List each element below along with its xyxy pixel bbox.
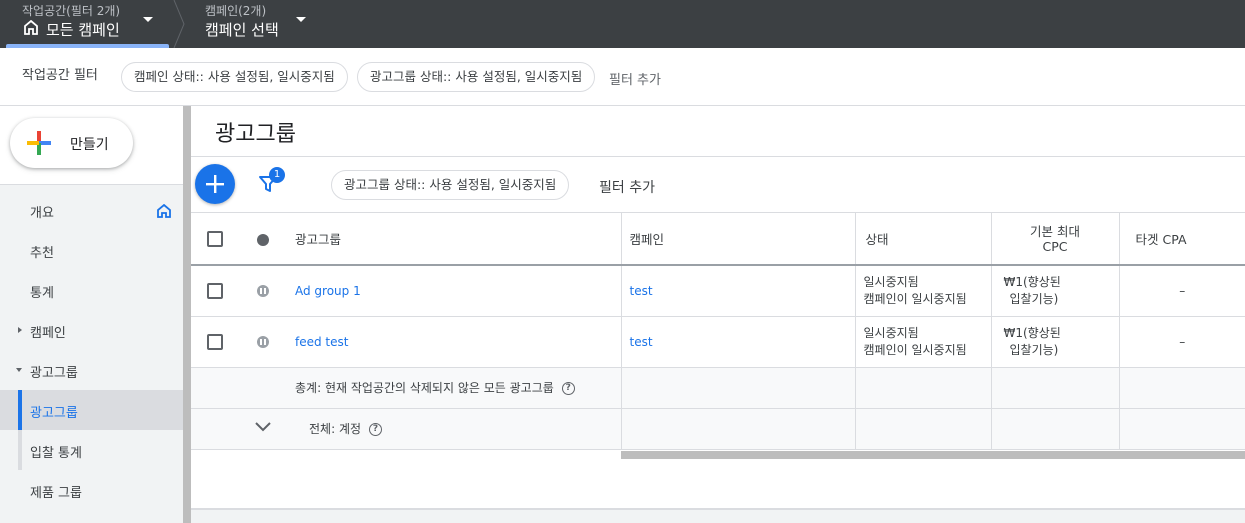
filter-count-badge: 1 <box>269 167 285 183</box>
sidebar-item-label: 입찰 통계 <box>30 446 82 461</box>
sidebar-item-label: 개요 <box>30 206 54 221</box>
top-navigation-bar: 작업공간(필터 2개) 모든 캠페인 캠페인(2개) 캠페인 선택 <box>0 0 1245 48</box>
sidebar-item-label: 캠페인 <box>30 326 66 341</box>
summary-label: 전체: 계정 <box>309 422 362 436</box>
chevron-down-icon <box>296 17 306 22</box>
plus-icon <box>206 175 224 193</box>
workspace-name: 모든 캠페인 <box>46 21 120 39</box>
campaign-count: 캠페인(2개) <box>205 4 267 18</box>
sidebar-item-product-groups[interactable]: 제품 그룹 <box>0 470 183 510</box>
add-filter-link[interactable]: 필터 추가 <box>599 177 655 197</box>
divider <box>191 156 1245 157</box>
workspace-filter-bar: 작업공간 필터 캠페인 상태:: 사용 설정됨, 일시중지됨 광고그룹 상태::… <box>0 48 1245 106</box>
sidebar-item-insights[interactable]: 통계 <box>0 270 183 310</box>
max-cpc-note: 입찰기능) <box>1009 342 1059 357</box>
adgroup-status-filter-chip[interactable]: 광고그룹 상태:: 사용 설정됨, 일시중지됨 <box>357 62 596 92</box>
campaign-link[interactable]: test <box>630 284 653 298</box>
sidebar-item-recommendations[interactable]: 추천 <box>0 230 183 270</box>
campaign-link[interactable]: test <box>630 335 653 349</box>
campaign-selector[interactable]: 캠페인(2개) 캠페인 선택 <box>196 0 316 48</box>
active-indicator <box>18 390 22 430</box>
adgroup-status-filter-chip[interactable]: 광고그룹 상태:: 사용 설정됨, 일시중지됨 <box>331 170 570 200</box>
campaign-status-filter-chip[interactable]: 캠페인 상태:: 사용 설정됨, 일시중지됨 <box>121 62 348 92</box>
adgroup-table: 광고그룹 캠페인 상태 기본 최대 CPC 타겟 CPA Ad group 1 … <box>191 213 1245 450</box>
home-icon <box>24 19 38 39</box>
summary-row-workspace: 총계: 현재 작업공간의 삭제되지 않은 모든 광고그룹? <box>191 367 1245 409</box>
chevron-down-icon <box>143 17 153 22</box>
status-reason: 캠페인이 일시중지됨 <box>863 291 967 306</box>
column-header-status[interactable]: 상태 <box>854 213 991 266</box>
chevron-right-icon <box>18 327 22 333</box>
column-header-adgroup[interactable]: 광고그룹 <box>287 213 621 266</box>
breadcrumb-separator <box>173 0 185 48</box>
campaign-select-label: 캠페인 선택 <box>205 21 279 39</box>
status-text: 일시중지됨 <box>863 274 919 289</box>
add-adgroup-button[interactable] <box>195 164 235 204</box>
add-filter-link[interactable]: 필터 추가 <box>609 69 661 88</box>
footer-band <box>191 510 1245 523</box>
column-header-target-cpa[interactable]: 타겟 CPA <box>1118 213 1245 266</box>
page-title: 광고그룹 <box>215 122 296 147</box>
summary-label: 총계: 현재 작업공간의 삭제되지 않은 모든 광고그룹 <box>295 381 554 395</box>
status-reason: 캠페인이 일시중지됨 <box>863 342 967 357</box>
sidebar: 만들기 개요 추천 통계 캠페인 광고그룹 광고그룹 입찰 통계 제품 그룹 <box>0 106 183 523</box>
max-cpc-value[interactable]: ₩1(향상된 <box>1004 274 1119 291</box>
sidebar-item-adgroups-group[interactable]: 광고그룹 <box>0 350 183 390</box>
adgroup-link[interactable]: Ad group 1 <box>295 284 361 298</box>
sidebar-item-label: 통계 <box>30 286 54 301</box>
select-all-checkbox[interactable] <box>207 230 223 247</box>
home-icon <box>157 203 171 222</box>
paused-status-icon[interactable] <box>257 336 269 348</box>
sidebar-item-overview[interactable]: 개요 <box>0 190 183 230</box>
sidebar-item-label: 제품 그룹 <box>30 486 82 501</box>
table-row: Ad group 1 test 일시중지됨 캠페인이 일시중지됨 ₩1(향상된 … <box>191 265 1245 317</box>
main-content: 광고그룹 1 광고그룹 상태:: 사용 설정됨, 일시중지됨 필터 추가 광고그… <box>191 106 1245 523</box>
table-header-row: 광고그룹 캠페인 상태 기본 최대 CPC 타겟 CPA <box>191 213 1245 266</box>
sidebar-nav: 개요 추천 통계 캠페인 광고그룹 광고그룹 입찰 통계 제품 그룹 <box>0 184 183 523</box>
sidebar-item-label: 광고그룹 <box>30 366 78 381</box>
adgroup-link[interactable]: feed test <box>295 335 348 349</box>
chevron-down-icon[interactable] <box>253 420 273 434</box>
target-cpa-value: – <box>1118 316 1245 368</box>
max-cpc-value[interactable]: ₩1(향상된 <box>1004 325 1119 342</box>
sidebar-item-campaigns[interactable]: 캠페인 <box>0 310 183 350</box>
submenu-indicator <box>18 430 22 470</box>
target-cpa-value: – <box>1118 265 1245 317</box>
paused-status-icon[interactable] <box>257 285 269 298</box>
row-checkbox[interactable] <box>207 282 223 299</box>
row-checkbox[interactable] <box>207 333 223 350</box>
sidebar-item-auction-insights[interactable]: 입찰 통계 <box>0 430 183 470</box>
column-header-max-cpc[interactable]: 기본 최대 CPC <box>990 213 1119 266</box>
sidebar-item-label: 광고그룹 <box>30 406 78 421</box>
column-header-line: 기본 최대 <box>1030 223 1080 239</box>
help-icon[interactable]: ? <box>561 382 575 395</box>
column-header-campaign[interactable]: 캠페인 <box>620 213 855 266</box>
create-button-label: 만들기 <box>70 137 109 153</box>
horizontal-scrollbar[interactable] <box>621 451 1245 459</box>
help-icon[interactable]: ? <box>369 423 383 436</box>
status-text: 일시중지됨 <box>863 325 919 340</box>
workspace-filter-label: 작업공간 필터 <box>22 68 98 83</box>
chevron-down-icon <box>16 368 22 372</box>
status-column-icon[interactable] <box>257 233 269 246</box>
max-cpc-note: 입찰기능) <box>1009 291 1059 306</box>
create-button[interactable]: 만들기 <box>10 118 133 168</box>
sidebar-item-label: 추천 <box>30 246 54 261</box>
plus-icon <box>27 131 51 159</box>
sidebar-scrollbar[interactable] <box>183 106 191 523</box>
workspace-filter-count: 작업공간(필터 2개) <box>22 4 121 18</box>
column-header-line: CPC <box>1042 238 1068 254</box>
table-row: feed test test 일시중지됨 캠페인이 일시중지됨 ₩1(향상된 입… <box>191 316 1245 368</box>
summary-row-account: 전체: 계정? <box>191 408 1245 450</box>
sidebar-item-adgroups[interactable]: 광고그룹 <box>0 390 183 430</box>
workspace-selector[interactable]: 작업공간(필터 2개) 모든 캠페인 <box>6 0 169 48</box>
